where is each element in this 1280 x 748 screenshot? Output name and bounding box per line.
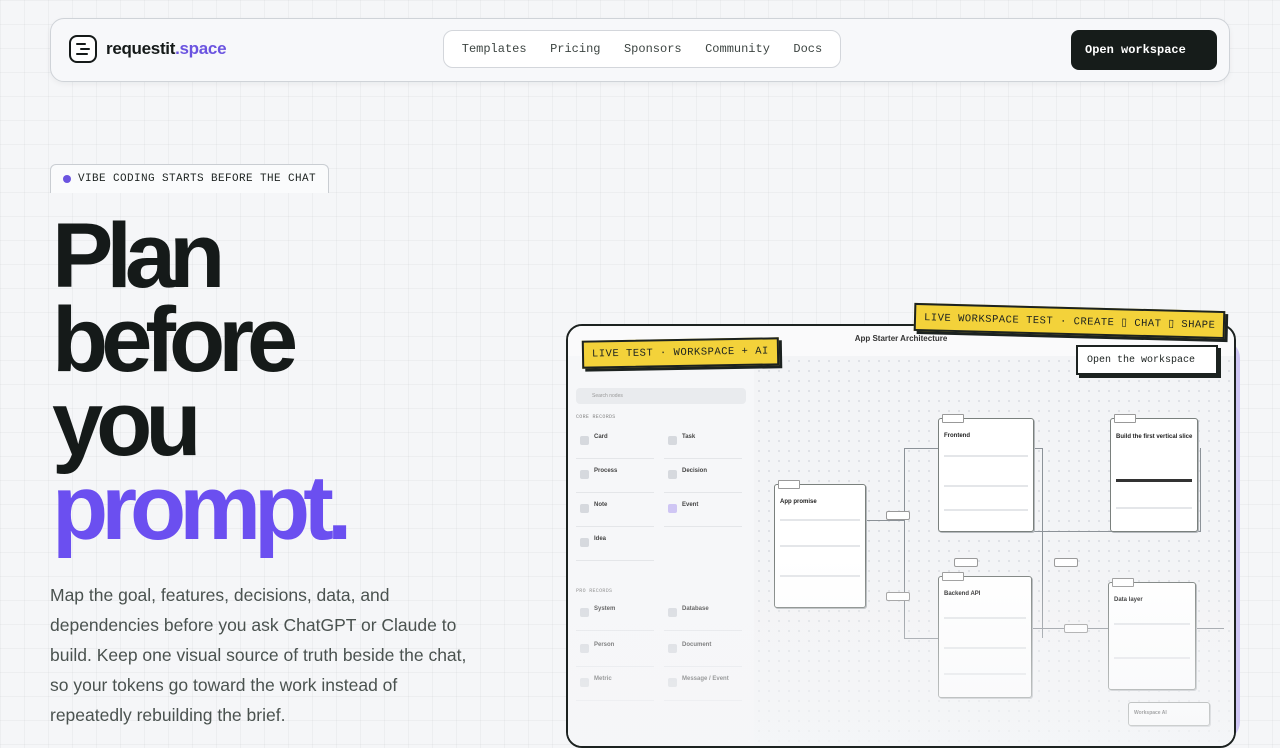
nav-community[interactable]: Community	[705, 42, 770, 56]
pro-records-label: PRO RECORDS	[576, 588, 613, 594]
node-vertical-slice: Build the first vertical slice	[1110, 414, 1198, 532]
brand[interactable]: requestit.space	[69, 35, 227, 63]
record-person: Person	[576, 638, 654, 667]
record-decision: Decision	[664, 464, 742, 493]
open-the-workspace-button[interactable]: Open the workspace	[1076, 345, 1218, 375]
record-event: Event	[664, 498, 742, 527]
brand-name: requestit.space	[106, 39, 227, 58]
nav-templates[interactable]: Templates	[462, 42, 527, 56]
record-note: Note	[576, 498, 654, 527]
record-metric: Metric	[576, 672, 654, 701]
node-frontend: Frontend	[938, 414, 1034, 532]
node-backend-api: Backend API	[938, 572, 1032, 698]
record-document: Document	[664, 638, 742, 667]
record-idea: Idea	[576, 532, 654, 561]
record-database: Database	[664, 602, 742, 631]
open-workspace-button[interactable]: Open workspace	[1071, 30, 1217, 70]
node-app-promise: App promise	[774, 480, 866, 608]
core-records-label: CORE RECORDS	[576, 414, 616, 420]
workspace-preview[interactable]: App Starter Architecture Search nodes CO…	[566, 324, 1236, 748]
record-process: Process	[576, 464, 654, 493]
eyebrow-text: VIBE CODING STARTS BEFORE THE CHAT	[78, 173, 317, 185]
nav-docs[interactable]: Docs	[793, 42, 822, 56]
nav-pricing[interactable]: Pricing	[550, 42, 600, 56]
live-test-sticker: LIVE TEST · WORKSPACE + AI	[581, 337, 780, 369]
record-task: Task	[664, 430, 742, 459]
nav-sponsors[interactable]: Sponsors	[624, 42, 682, 56]
node-data-layer: Data layer	[1108, 578, 1196, 690]
headline-line-2: before	[52, 289, 298, 391]
eyebrow-badge: VIBE CODING STARTS BEFORE THE CHAT	[50, 164, 330, 193]
preview-canvas: App promise Frontend Build the first ver…	[754, 356, 1234, 746]
record-message-event: Message / Event	[664, 672, 742, 701]
logo-icon	[69, 35, 97, 63]
dot-icon	[63, 175, 71, 183]
headline-line-4: prompt.	[52, 457, 352, 559]
headline-line-3: you	[52, 373, 202, 475]
node-workspace-ai: Workspace AI	[1128, 702, 1210, 726]
headline-line-1: Plan	[52, 205, 225, 307]
hero-headline: Plan before you prompt.	[52, 205, 352, 559]
hero-lead: Map the goal, features, decisions, data,…	[50, 585, 467, 725]
site-header: requestit.space Templates Pricing Sponso…	[50, 18, 1230, 82]
main-nav: Templates Pricing Sponsors Community Doc…	[443, 30, 841, 68]
record-system: System	[576, 602, 654, 631]
preview-search-input: Search nodes	[576, 388, 746, 404]
preview-sidebar: Search nodes CORE RECORDS Card Task Proc…	[568, 356, 755, 746]
record-card: Card	[576, 430, 654, 459]
